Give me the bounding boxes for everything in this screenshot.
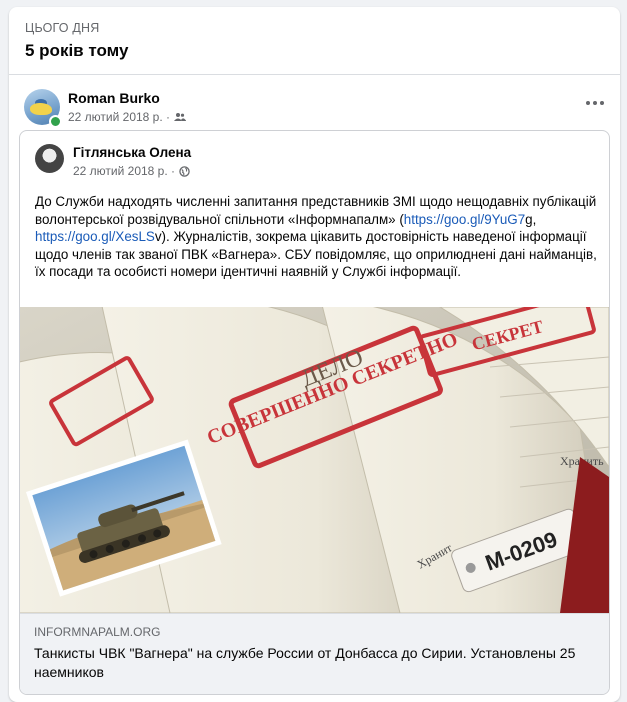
- link-preview[interactable]: INFORMNAPALM.ORG Танкисты ЧВК "Вагнера" …: [20, 613, 609, 694]
- link-preview-domain: INFORMNAPALM.ORG: [34, 625, 161, 639]
- shared-post-meta: 22 лютий 2018 р. ·: [73, 164, 190, 178]
- post-header: Roman Burko 22 лютий 2018 р. ·: [24, 89, 609, 129]
- link-preview-image[interactable]: СОВЕРШЕННО СЕКРЕТНО ДЕЛО СЕКРЕТ Хранить …: [20, 307, 609, 613]
- shared-post-text: До Служби надходять численні запитання п…: [35, 194, 597, 279]
- post-date[interactable]: 22 лютий 2018 р. ·: [68, 110, 170, 124]
- shared-post-date[interactable]: 22 лютий 2018 р. ·: [73, 164, 175, 178]
- globe-icon: [179, 165, 190, 177]
- memories-header: ЦЬОГО ДНЯ 5 років тому: [25, 21, 128, 61]
- post-meta: 22 лютий 2018 р. ·: [68, 110, 187, 124]
- online-status-icon: [49, 115, 62, 128]
- link-preview-title[interactable]: Танкисты ЧВК "Вагнера" на службе России …: [34, 644, 594, 682]
- memories-eyebrow: ЦЬОГО ДНЯ: [25, 21, 100, 35]
- shared-post[interactable]: Гітлянська Олена 22 лютий 2018 р. · До С…: [19, 130, 610, 695]
- shared-author-name[interactable]: Гітлянська Олена: [73, 145, 191, 160]
- shared-author-avatar[interactable]: [35, 144, 64, 173]
- link-2[interactable]: https://goo.gl/XesLS: [35, 229, 155, 244]
- link-1[interactable]: https://goo.gl/9YuG7: [404, 212, 525, 227]
- more-horizontal-icon: [586, 101, 590, 105]
- header-divider: [9, 74, 620, 75]
- friends-icon: [174, 113, 187, 121]
- more-options-button[interactable]: [581, 93, 609, 113]
- memory-card: ЦЬОГО ДНЯ 5 років тому Roman Burko 22 лю…: [9, 7, 620, 702]
- years-ago-title: 5 років тому: [25, 41, 129, 60]
- post-author-name[interactable]: Roman Burko: [68, 90, 160, 106]
